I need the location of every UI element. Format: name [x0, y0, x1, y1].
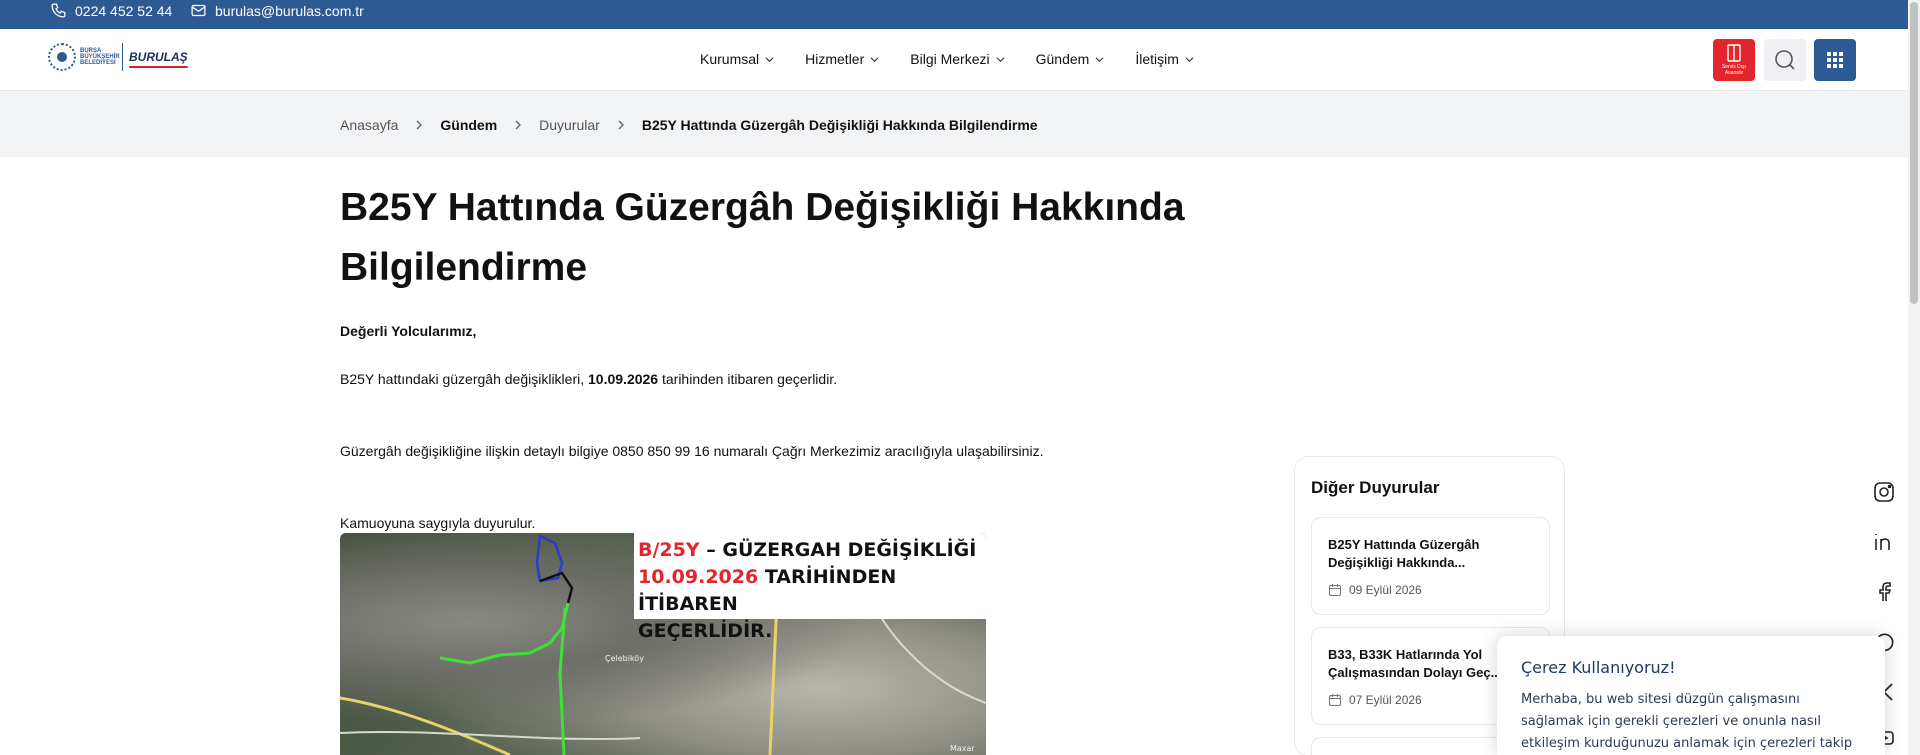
chevron-down-icon — [870, 56, 879, 62]
nav-item-hizmetler[interactable]: Hizmetler — [805, 51, 879, 67]
map-place-label: Çelebiköy — [605, 654, 644, 663]
grid-icon — [1827, 52, 1843, 68]
breadcrumb-gundem[interactable]: Gündem — [440, 117, 497, 133]
announcement-date-row: 07 Eylül 2026 — [1328, 693, 1422, 707]
search-icon — [1775, 50, 1795, 70]
site-header: BURSA BÜYÜKŞEHİR BELEDİYESİ BURULAŞ Kuru… — [0, 29, 1908, 91]
chevron-right-icon — [515, 120, 522, 130]
cookie-consent-popup[interactable]: Çerez Kullanıyoruz! Merhaba, bu web site… — [1497, 636, 1885, 755]
image-caption: B/25Y – GÜZERGAH DEĞİŞİKLİĞİ 10.09.2026 … — [634, 533, 986, 642]
out-of-service-label: Servis Dışı Asansör — [1721, 64, 1747, 76]
breadcrumb-duyurular[interactable]: Duyurular — [539, 117, 600, 133]
calendar-icon — [1328, 584, 1342, 597]
caption-line-1-red: B/25Y — [638, 539, 700, 561]
nav-item-gundem[interactable]: Gündem — [1036, 51, 1105, 67]
page-title: B25Y Hattında Güzergâh Değişikliği Hakkı… — [340, 186, 1185, 289]
instagram-icon[interactable] — [1872, 480, 1896, 504]
logo-city-text: BURSA BÜYÜKŞEHİR BELEDİYESİ — [80, 48, 120, 66]
chevron-down-icon — [996, 56, 1005, 62]
map-credit-label: Maxar — [950, 744, 975, 753]
nav-label: Hizmetler — [805, 51, 865, 67]
caption-line-2-red: 10.09.2026 — [638, 566, 759, 588]
breadcrumb-current: B25Y Hattında Güzergâh Değişikliği Hakkı… — [641, 117, 1038, 133]
nav-label: Kurumsal — [700, 51, 760, 67]
site-logo[interactable]: BURSA BÜYÜKŞEHİR BELEDİYESİ BURULAŞ — [48, 43, 188, 71]
breadcrumb: Anasayfa Gündem Duyurular B25Y Hattında … — [0, 91, 1908, 157]
nav-item-kurumsal[interactable]: Kurumsal — [700, 51, 774, 67]
announcement-date-row: 09 Eylül 2026 — [1328, 583, 1422, 597]
route-map-image[interactable]: Çelebiköy Maxar B/25Y – GÜZERGAH DEĞİŞİK… — [340, 533, 986, 755]
calendar-icon — [1328, 694, 1342, 707]
elevator-icon — [1727, 44, 1741, 62]
article-greeting: Değerli Yolcularımız, — [340, 323, 477, 339]
mail-icon — [191, 4, 206, 17]
p1-date: 10.09.2026 — [588, 371, 659, 387]
logo-divider — [122, 43, 123, 71]
announcement-card[interactable]: B25Y Hattında Güzergâh Değişikliği Hakkı… — [1311, 517, 1550, 615]
chevron-right-icon — [416, 120, 423, 130]
bursa-seal-icon — [48, 43, 76, 71]
email-address: burulas@burulas.com.tr — [215, 2, 364, 19]
nav-label: Gündem — [1035, 51, 1090, 67]
chevron-right-icon — [618, 120, 624, 130]
cookie-text: Merhaba, bu web sitesi düzgün çalışmasın… — [1521, 692, 1853, 751]
chevron-down-icon — [1185, 56, 1194, 62]
p1-after: tarihinden itibaren geçerlidir. — [658, 371, 838, 387]
cookie-title: Çerez Kullanıyoruz! — [1521, 658, 1676, 677]
caption-line-3: GEÇERLİDİR. — [638, 620, 773, 642]
article-paragraph-2: Güzergâh değişikliğine ilişkin detaylı b… — [340, 443, 1044, 459]
announcement-title: B25Y Hattında Güzergâh Değişikliği Hakkı… — [1328, 537, 1480, 570]
article-paragraph-3: Kamuoyuna saygıyla duyurulur. — [340, 515, 536, 531]
breadcrumb-home[interactable]: Anasayfa — [340, 117, 398, 133]
chevron-down-icon — [765, 56, 774, 62]
sidebar-title: Diğer Duyurular — [1311, 478, 1440, 497]
nav-label: Bilgi Merkezi — [910, 51, 990, 67]
linkedin-icon[interactable] — [1872, 530, 1896, 554]
phone-icon — [51, 3, 66, 18]
search-button[interactable] — [1764, 39, 1806, 81]
top-contact-bar: 0224 452 52 44 burulas@burulas.com.tr — [0, 0, 1908, 29]
main-nav: Kurumsal Hizmetler Bilgi Merkezi Gündem … — [700, 51, 1225, 67]
p1-before: B25Y hattındaki güzergâh değişiklikleri, — [340, 371, 589, 387]
chevron-down-icon — [1095, 56, 1104, 62]
announcement-date: 09 Eylül 2026 — [1349, 583, 1422, 597]
facebook-icon[interactable] — [1872, 580, 1896, 604]
scrollbar-thumb[interactable] — [1910, 2, 1918, 304]
nav-label: İletişim — [1135, 51, 1179, 67]
out-of-service-elevator-button[interactable]: Servis Dışı Asansör — [1713, 39, 1755, 81]
nav-item-iletisim[interactable]: İletişim — [1135, 51, 1194, 67]
caption-line-1-rest: – GÜZERGAH DEĞİŞİKLİĞİ — [699, 539, 977, 561]
logo-brand-text: BURULAŞ — [129, 50, 188, 68]
article-paragraph-1: B25Y hattındaki güzergâh değişiklikleri,… — [340, 371, 837, 387]
email-link[interactable]: burulas@burulas.com.tr — [190, 2, 364, 19]
phone-number: 0224 452 52 44 — [75, 2, 173, 19]
phone-link[interactable]: 0224 452 52 44 — [50, 2, 172, 19]
nav-item-bilgi-merkezi[interactable]: Bilgi Merkezi — [910, 51, 1005, 67]
apps-menu-button[interactable] — [1814, 39, 1856, 81]
announcement-date: 07 Eylül 2026 — [1349, 693, 1422, 707]
